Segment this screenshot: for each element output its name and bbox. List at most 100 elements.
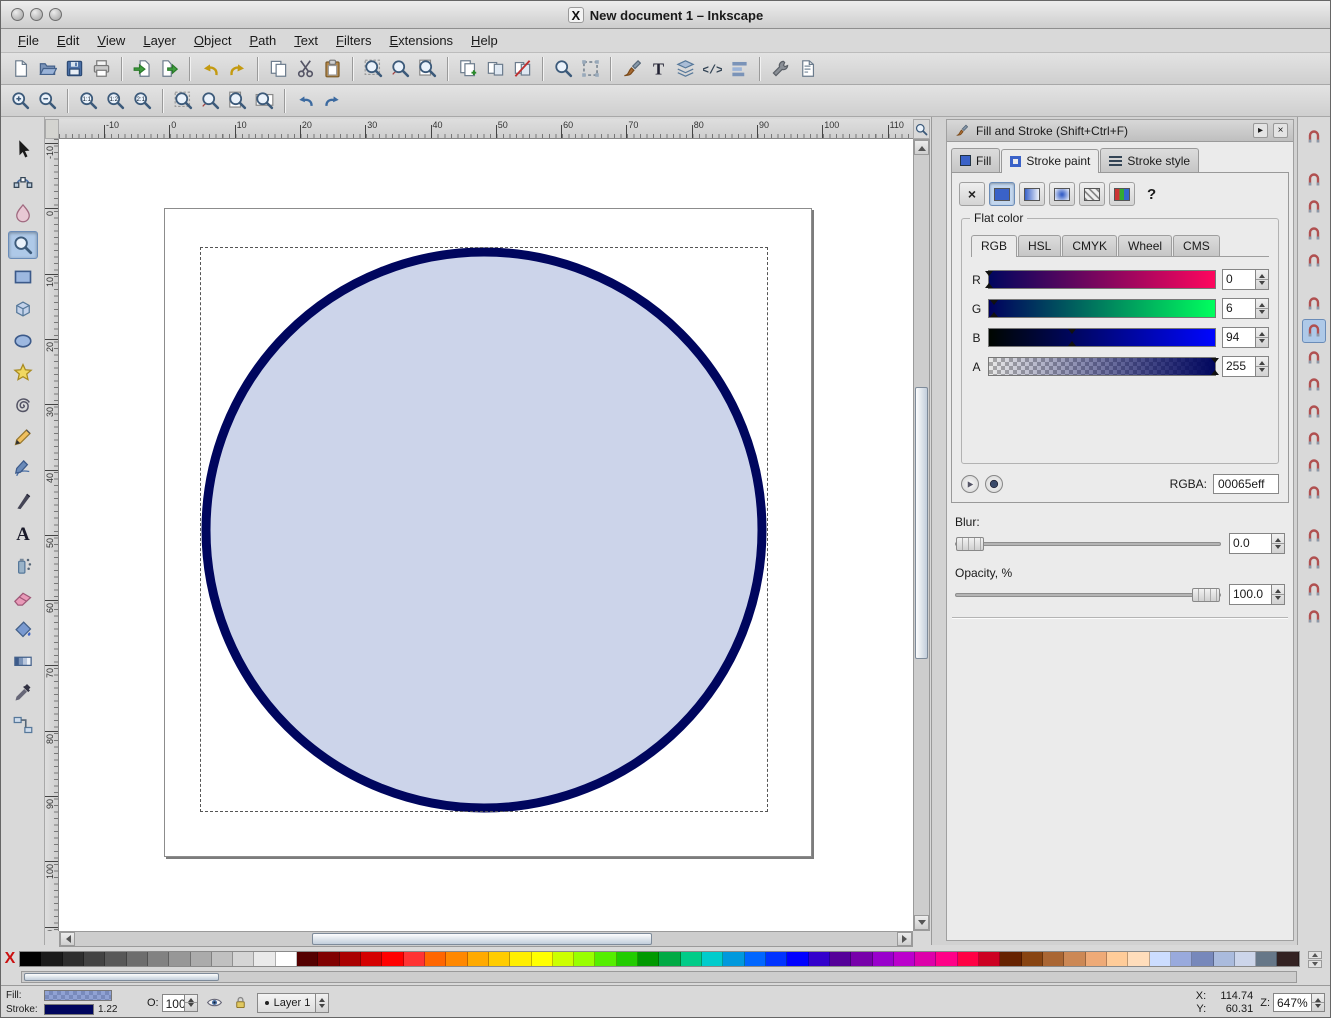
color-history-button[interactable] <box>985 475 1003 493</box>
palette-swatch[interactable] <box>958 952 979 966</box>
spin-up-icon[interactable] <box>1256 270 1268 279</box>
zoom-tool[interactable] <box>8 231 38 259</box>
dialog-undock-button[interactable]: ▸ <box>1253 123 1268 138</box>
snap-bbox-edge-midpoint-button[interactable] <box>1302 249 1326 273</box>
slider-track-b[interactable] <box>988 328 1216 347</box>
spin-up-icon[interactable] <box>1312 994 1324 1002</box>
palette-swatch[interactable] <box>1000 952 1021 966</box>
snap-bbox-button[interactable] <box>1302 168 1326 192</box>
zoom-spinbox[interactable]: 647% <box>1273 993 1325 1012</box>
import-button[interactable] <box>129 55 156 82</box>
slider-spin-a[interactable]: 255 <box>1222 356 1269 377</box>
palette-swatch[interactable] <box>361 952 382 966</box>
slider-spin-b[interactable]: 94 <box>1222 327 1269 348</box>
slider-spin-g[interactable]: 6 <box>1222 298 1269 319</box>
palette-swatch[interactable] <box>873 952 894 966</box>
palette-swatch[interactable] <box>254 952 275 966</box>
horizontal-scrollbar[interactable] <box>59 931 913 947</box>
eraser-tool[interactable] <box>8 583 38 611</box>
palette-scrollbar-thumb[interactable] <box>24 973 219 981</box>
spin-up-icon[interactable] <box>316 994 328 1003</box>
slider-spin-a-arrows[interactable] <box>1255 357 1268 376</box>
slider-spin-b-arrows[interactable] <box>1255 328 1268 347</box>
opacity-spin-arrows[interactable] <box>184 995 197 1011</box>
menu-text[interactable]: Text <box>285 30 327 51</box>
zoom-ratio-1-2-button[interactable]: 1:2 <box>102 87 129 114</box>
slider-handle-b[interactable] <box>1067 329 1077 346</box>
slider-handle-r[interactable] <box>984 271 994 288</box>
horizontal-scrollbar-thumb[interactable] <box>312 933 652 945</box>
scroll-left-button[interactable] <box>60 932 75 946</box>
fill-swatch[interactable] <box>44 990 112 1001</box>
paste-button[interactable] <box>319 55 346 82</box>
palette-swatch[interactable] <box>1277 952 1298 966</box>
palette-swatch[interactable] <box>915 952 936 966</box>
slider-track-r[interactable] <box>988 270 1216 289</box>
layer-lock-toggle[interactable] <box>231 993 250 1012</box>
spin-down-icon[interactable] <box>1256 337 1268 347</box>
snap-path-button[interactable] <box>1302 346 1326 370</box>
opacity-spin-arrows[interactable] <box>1271 585 1284 604</box>
tab-stroke-style[interactable]: Stroke style <box>1100 148 1199 172</box>
opacity-slider-thumb[interactable] <box>1192 588 1220 602</box>
redo-button[interactable] <box>224 55 251 82</box>
layer-visibility-toggle[interactable] <box>205 993 224 1012</box>
palette-swatch[interactable] <box>233 952 254 966</box>
zoom-selection-button[interactable] <box>170 87 197 114</box>
new-document-button[interactable] <box>7 55 34 82</box>
menu-edit[interactable]: Edit <box>48 30 88 51</box>
zoom-spin-arrows[interactable] <box>1311 994 1324 1011</box>
menu-object[interactable]: Object <box>185 30 241 51</box>
snap-bbox-edge-button[interactable] <box>1302 195 1326 219</box>
palette-scrollbar[interactable] <box>21 971 1297 983</box>
color-picker-button[interactable] <box>961 475 979 493</box>
palette-swatch[interactable] <box>809 952 830 966</box>
zoom-drawing-button[interactable] <box>197 87 224 114</box>
vertical-scrollbar-thumb[interactable] <box>915 387 928 659</box>
palette-scroll-down-button[interactable] <box>1308 960 1322 968</box>
text-dialog-button[interactable]: T <box>645 55 672 82</box>
snap-smooth-node-button[interactable] <box>1302 427 1326 451</box>
zoom-ratio-2-1-button[interactable]: 2:1 <box>129 87 156 114</box>
palette-swatch[interactable] <box>1192 952 1213 966</box>
dialog-header[interactable]: Fill and Stroke (Shift+Ctrl+F) ▸ × <box>947 120 1293 142</box>
save-document-button[interactable] <box>61 55 88 82</box>
spin-up-icon[interactable] <box>185 995 197 1003</box>
layer-selector[interactable]: Layer 1 <box>257 993 330 1013</box>
slider-track-g[interactable] <box>988 299 1216 318</box>
palette-swatch[interactable] <box>1128 952 1149 966</box>
preferences-button[interactable] <box>767 55 794 82</box>
spin-up-icon[interactable] <box>1272 534 1284 543</box>
menu-extensions[interactable]: Extensions <box>380 30 462 51</box>
palette-swatch[interactable] <box>617 952 638 966</box>
ruler-zoom-corner[interactable] <box>913 119 930 139</box>
palette-swatch[interactable] <box>510 952 531 966</box>
dialog-close-button[interactable]: × <box>1273 123 1288 138</box>
gradient-tool[interactable] <box>8 647 38 675</box>
palette-swatch[interactable] <box>574 952 595 966</box>
palette-swatch[interactable] <box>659 952 680 966</box>
menu-filters[interactable]: Filters <box>327 30 380 51</box>
palette-swatch[interactable] <box>425 952 446 966</box>
palette-swatch[interactable] <box>936 952 957 966</box>
document-properties-button[interactable] <box>794 55 821 82</box>
star-tool[interactable] <box>8 359 38 387</box>
snap-bbox-corner-button[interactable] <box>1302 222 1326 246</box>
node-editor-tool[interactable] <box>8 167 38 195</box>
palette-swatch[interactable] <box>169 952 190 966</box>
align-dialog-button[interactable] <box>726 55 753 82</box>
palette-swatch[interactable] <box>382 952 403 966</box>
palette-swatch[interactable] <box>723 952 744 966</box>
palette-swatch[interactable] <box>468 952 489 966</box>
zoom-drawing-button[interactable] <box>387 55 414 82</box>
tab-wheel[interactable]: Wheel <box>1118 235 1172 256</box>
snap-bbox-center-button[interactable] <box>1302 292 1326 316</box>
snap-line-midpoint-button[interactable] <box>1302 454 1326 478</box>
palette-swatch[interactable] <box>1022 952 1043 966</box>
spin-down-icon[interactable] <box>1256 279 1268 289</box>
pen-tool[interactable] <box>8 455 38 483</box>
palette-swatch[interactable] <box>830 952 851 966</box>
spin-up-icon[interactable] <box>1272 585 1284 594</box>
palette-swatch[interactable] <box>446 952 467 966</box>
snap-node-button[interactable] <box>1302 319 1326 343</box>
